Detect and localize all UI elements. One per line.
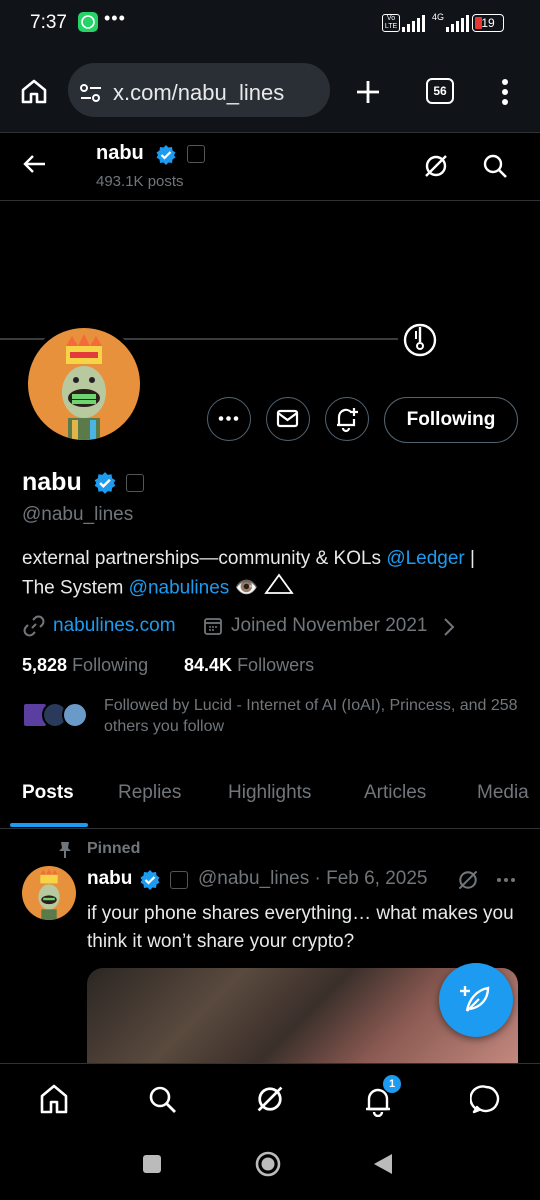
tab-replies[interactable]: Replies <box>118 782 181 804</box>
followed-by-text[interactable]: Followed by Lucid - Internet of AI (IoAI… <box>104 695 524 737</box>
site-settings-icon[interactable] <box>79 83 103 108</box>
following-stat[interactable]: 5,828 Following <box>22 655 148 676</box>
tabs-divider <box>0 828 540 829</box>
bio-text: external partnerships—community & KOLs <box>22 548 387 569</box>
following-count: 5,828 <box>22 655 68 675</box>
bio-text-line2: The System <box>22 577 129 599</box>
bottom-navigation <box>0 1063 540 1134</box>
active-tab-indicator <box>10 823 88 827</box>
tab-posts[interactable]: Posts <box>22 782 74 804</box>
tab-articles[interactable]: Articles <box>364 782 426 804</box>
affiliate-badge-icon <box>187 145 205 163</box>
grok-explain-icon[interactable] <box>456 868 480 897</box>
notify-bell-button[interactable] <box>325 397 369 441</box>
profile-bio: external partnerships—community & KOLs @… <box>22 545 518 604</box>
message-button[interactable] <box>266 397 310 441</box>
messages-icon[interactable] <box>469 1083 502 1120</box>
followers-count: 84.4K <box>184 655 233 675</box>
post-author-handle-date: @nabu_lines · Feb 6, 2025 <box>198 868 428 889</box>
post-more-icon[interactable] <box>495 870 517 895</box>
status-bar: 7:37 ••• Vo LTE 4G 19 <box>0 0 540 48</box>
verified-badge-icon <box>155 144 176 165</box>
follower-avatar-3 <box>62 702 88 728</box>
bio-mention-nabulines[interactable]: @nabulines <box>129 578 230 599</box>
profile-handle: @nabu_lines <box>22 504 134 525</box>
profile-joined-date[interactable]: Joined November 2021 <box>231 615 427 637</box>
explore-search-icon[interactable] <box>146 1083 178 1120</box>
verified-badge-icon <box>139 869 160 890</box>
recents-icon[interactable] <box>142 1154 162 1179</box>
home-icon[interactable] <box>38 1083 70 1120</box>
back-arrow-icon[interactable] <box>22 152 48 181</box>
bio-eye-emoji: 👁️ <box>234 577 259 599</box>
volte-icon: Vo LTE <box>382 14 400 32</box>
triangle-icon <box>263 573 294 604</box>
pinned-label: Pinned <box>87 840 141 857</box>
pin-icon <box>57 841 73 864</box>
tab-switcher-button[interactable]: 56 <box>426 78 454 104</box>
post-author-name[interactable]: nabu <box>87 868 132 890</box>
tab-highlights[interactable]: Highlights <box>228 782 311 804</box>
signal-icon <box>402 14 425 32</box>
status-time: 7:37 <box>30 12 67 33</box>
whatsapp-icon <box>78 12 98 32</box>
chevron-right-icon[interactable] <box>442 617 456 642</box>
profile-website-link[interactable]: nabulines.com <box>53 615 176 637</box>
post-author-avatar[interactable] <box>22 866 76 920</box>
following-button[interactable]: Following <box>384 397 518 443</box>
signal-icon-2 <box>446 14 469 32</box>
profile-display-name: nabu <box>22 468 82 496</box>
grok-icon[interactable] <box>422 152 450 185</box>
following-label: Following <box>72 655 149 675</box>
grok-nav-icon[interactable] <box>254 1083 286 1120</box>
header-name: nabu <box>96 142 144 164</box>
new-tab-icon[interactable] <box>354 78 382 111</box>
verified-badge-icon <box>93 471 116 494</box>
followers-stat[interactable]: 84.4K Followers <box>184 655 314 676</box>
compose-post-button[interactable] <box>439 963 513 1037</box>
affiliate-badge-icon[interactable] <box>126 474 144 492</box>
calendar-icon <box>203 616 223 641</box>
notification-badge: 1 <box>383 1075 401 1093</box>
link-icon <box>23 615 45 642</box>
banner-logo-icon <box>402 322 438 363</box>
header-post-count: 493.1K posts <box>96 173 184 190</box>
bio-separator: | <box>464 548 475 569</box>
tab-media[interactable]: Media <box>477 782 529 804</box>
search-icon[interactable] <box>481 152 509 185</box>
more-notifications-icon: ••• <box>104 8 126 28</box>
browser-toolbar: x.com/nabu_lines 56 <box>0 48 540 133</box>
post-text: if your phone shares everything… what ma… <box>87 903 514 952</box>
followers-label: Followers <box>237 655 315 675</box>
back-button-icon[interactable] <box>372 1152 394 1181</box>
profile-avatar[interactable] <box>24 324 144 444</box>
header-divider <box>0 200 540 201</box>
network-type: 4G <box>432 12 445 22</box>
more-options-button[interactable] <box>207 397 251 441</box>
url-text[interactable]: x.com/nabu_lines <box>113 80 284 106</box>
battery-level: 19 <box>481 16 495 30</box>
volte-label: Vo LTE <box>384 15 398 30</box>
browser-home-icon[interactable] <box>20 78 48 109</box>
bio-mention-ledger[interactable]: @Ledger <box>386 548 464 569</box>
affiliate-badge-icon <box>170 871 188 889</box>
home-button-icon[interactable] <box>254 1150 282 1183</box>
system-navigation-bar <box>0 1134 540 1200</box>
browser-menu-icon[interactable] <box>499 78 511 111</box>
battery-icon: 19 <box>472 14 504 32</box>
